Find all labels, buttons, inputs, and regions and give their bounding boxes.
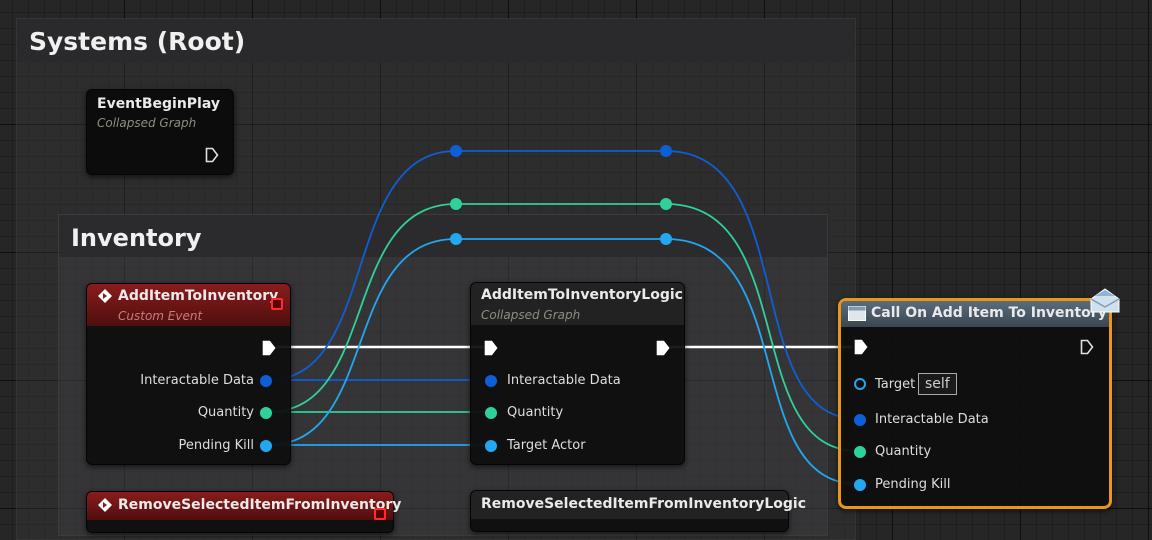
pin-label-interactable-data: Interactable Data [507, 373, 621, 388]
pin-label-pending-kill: Pending Kill [178, 438, 254, 453]
node-title: AddItemToInventory [118, 288, 279, 304]
node-title: Call On Add Item To Inventory [871, 305, 1107, 321]
exec-arrow-icon[interactable] [484, 340, 498, 356]
node-call-on-add-item-to-inventory[interactable]: Call On Add Item To Inventory Target sel… [838, 298, 1112, 509]
pin-quantity[interactable] [260, 407, 272, 419]
node-remove-selected-item-from-inventory-logic[interactable]: RemoveSelectedItemFromInventoryLogic [470, 490, 806, 532]
node-subtitle: Collapsed Graph [97, 116, 197, 130]
node-remove-selected-item-from-inventory[interactable]: RemoveSelectedItemFromInventory [86, 491, 401, 533]
node-event-begin-play[interactable]: EventBeginPlay Collapsed Graph [86, 89, 234, 175]
stop-icon[interactable] [271, 298, 283, 310]
envelope-icon [1090, 288, 1120, 313]
pin-pending-kill[interactable] [854, 479, 866, 491]
node-title: RemoveSelectedItemFromInventory [118, 497, 402, 513]
node-add-item-to-inventory-logic[interactable]: AddItemToInventoryLogic Collapsed Graph … [470, 282, 685, 465]
node-title: RemoveSelectedItemFromInventoryLogic [481, 496, 807, 512]
stop-icon[interactable] [374, 508, 386, 520]
pin-quantity[interactable] [854, 446, 866, 458]
pin-label-interactable-data: Interactable Data [875, 412, 989, 427]
node-title: AddItemToInventoryLogic [481, 287, 683, 303]
exec-arrow-icon[interactable] [854, 339, 868, 355]
exec-arrow-icon[interactable] [205, 147, 219, 163]
pin-interactable-data[interactable] [854, 414, 866, 426]
pin-label-pending-kill: Pending Kill [875, 477, 951, 492]
node-add-item-to-inventory[interactable]: AddItemToInventory Custom Event Interact… [86, 283, 291, 465]
pin-label-target-actor: Target Actor [507, 438, 586, 453]
pin-pending-kill[interactable] [260, 440, 272, 452]
exec-arrow-icon[interactable] [262, 340, 276, 356]
pin-label-target: Target [875, 377, 916, 392]
function-icon [848, 306, 866, 321]
node-subtitle: Collapsed Graph [481, 308, 581, 322]
pin-quantity[interactable] [485, 407, 497, 419]
node-title: EventBeginPlay [97, 96, 220, 112]
node-subtitle: Custom Event [118, 309, 203, 323]
pin-label-quantity: Quantity [197, 405, 254, 420]
pin-label-interactable-data: Interactable Data [140, 373, 254, 388]
pin-label-quantity: Quantity [875, 444, 932, 459]
pin-interactable-data[interactable] [485, 375, 497, 387]
pin-target[interactable] [854, 378, 866, 390]
event-diamond-icon [98, 289, 112, 303]
target-self-field[interactable]: self [918, 373, 957, 395]
event-diamond-icon [98, 498, 112, 512]
pin-interactable-data[interactable] [260, 375, 272, 387]
pin-label-quantity: Quantity [507, 405, 564, 420]
pin-target-actor[interactable] [485, 440, 497, 452]
exec-arrow-icon[interactable] [656, 340, 670, 356]
exec-arrow-icon[interactable] [1080, 339, 1094, 355]
